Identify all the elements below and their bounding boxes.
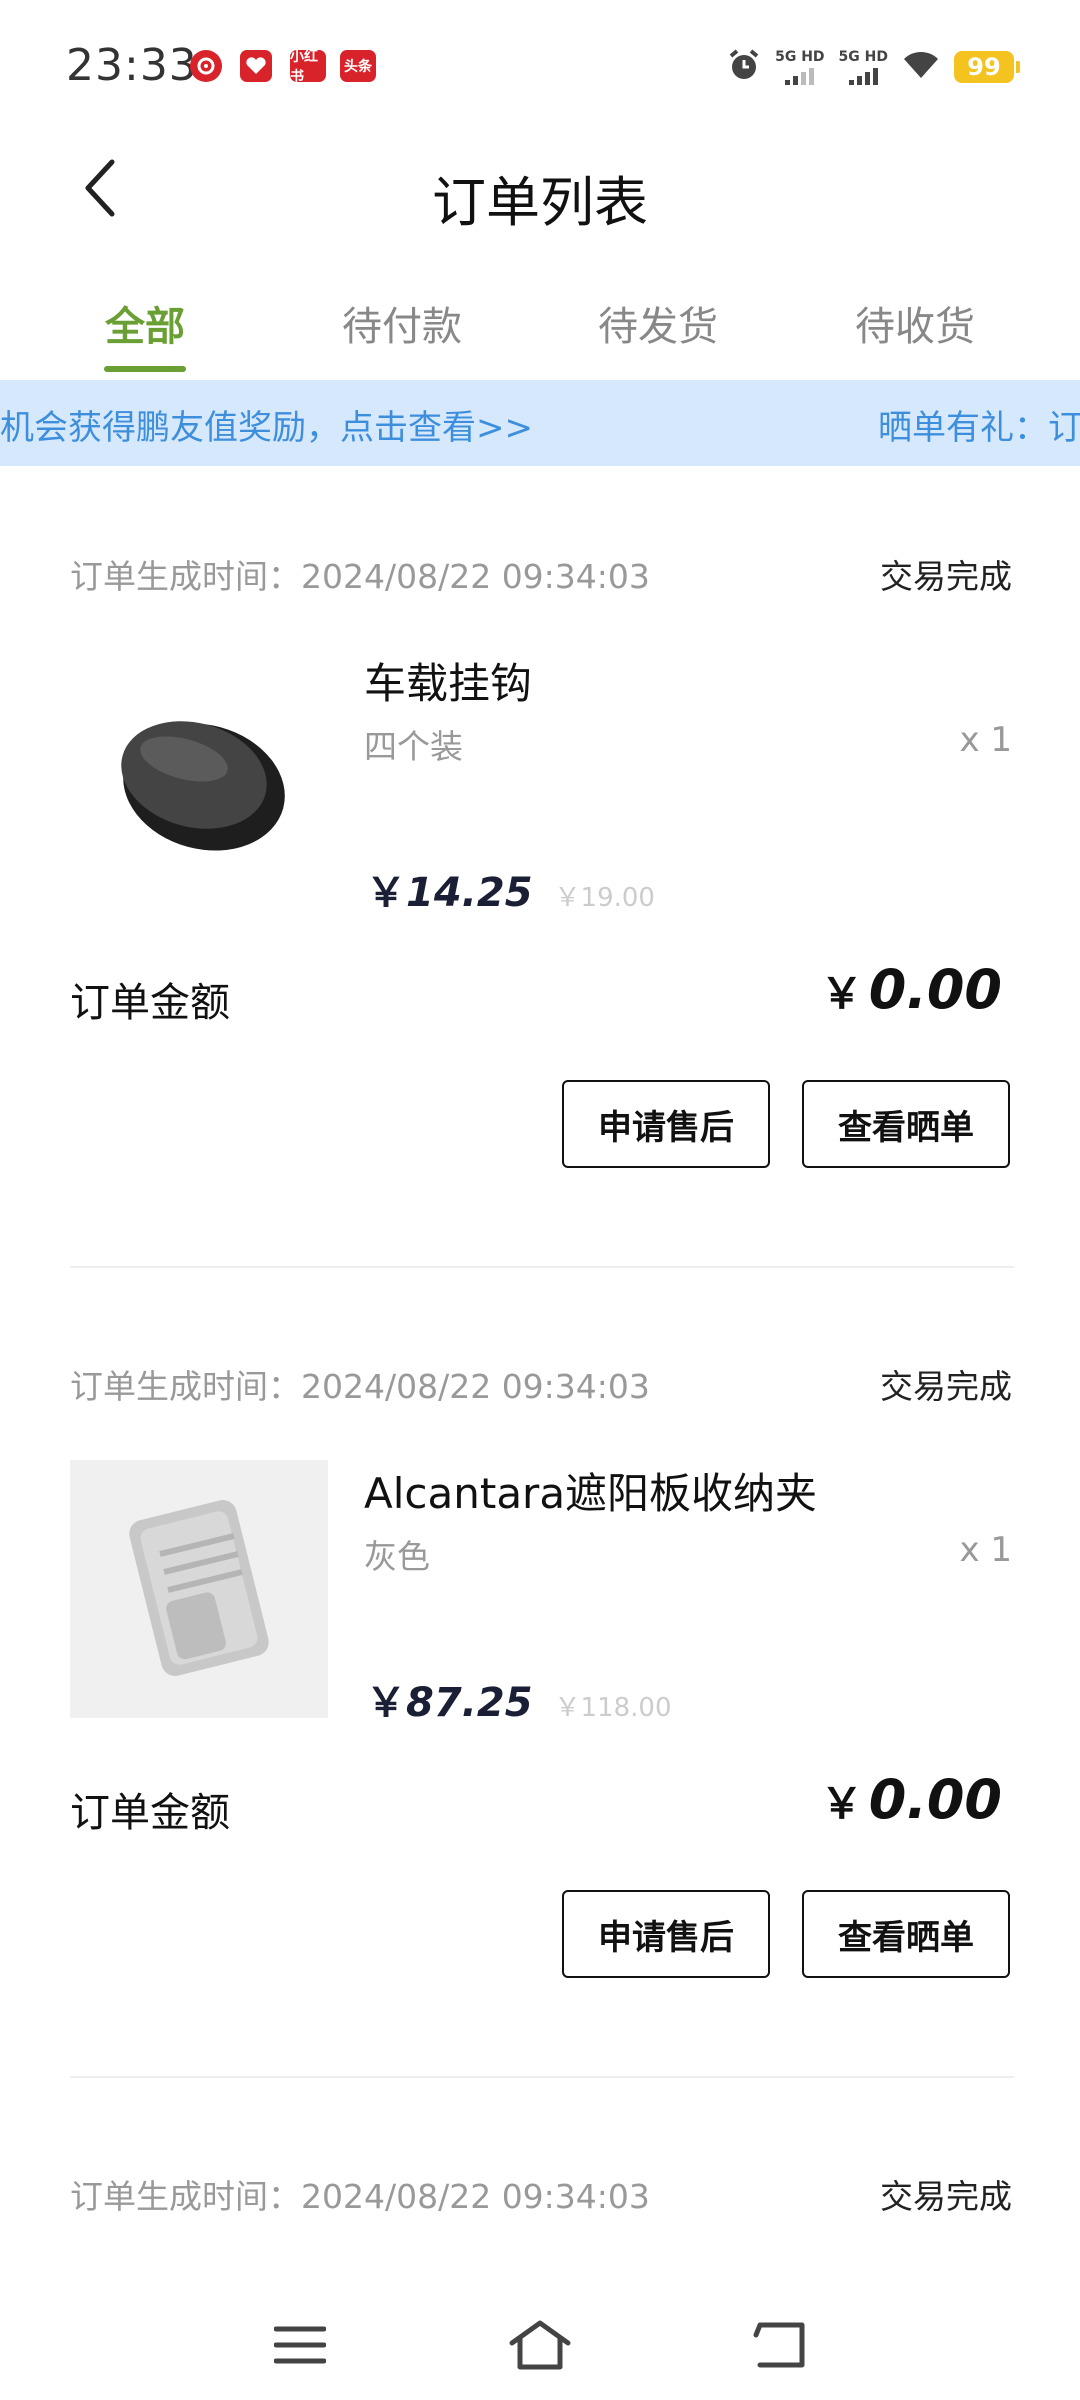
page-title: 订单列表	[432, 171, 648, 234]
signal-1: 5G HD	[775, 48, 825, 85]
price-row: ￥14.25 ￥19.00	[366, 860, 655, 918]
banner-text-1: 机会获得鹏友值奖励，点击查看>>	[0, 408, 533, 448]
view-review-button[interactable]: 查看晒单	[802, 1080, 1010, 1168]
order-time: 订单生成时间：2024/08/22 09:34:03	[70, 2177, 650, 2216]
price-row: ￥87.25 ￥118.00	[366, 1670, 672, 1728]
tab-all[interactable]: 全部	[55, 294, 235, 352]
home-icon[interactable]	[500, 2310, 580, 2380]
original-price: ￥19.00	[554, 883, 655, 913]
product-image[interactable]	[70, 1460, 328, 1718]
order-card[interactable]: 订单生成时间：2024/08/22 09:34:03 交易完成	[0, 2120, 1080, 2240]
order-status: 交易完成	[880, 2177, 1012, 2216]
order-status: 交易完成	[880, 557, 1012, 596]
status-right-group: 5G HD 5G HD 99	[727, 44, 1020, 90]
promo-banner[interactable]: 机会获得鹏友值奖励，点击查看>> 晒单有礼：订	[0, 380, 1080, 466]
system-nav-bar	[0, 2290, 1080, 2400]
menu-icon[interactable]	[260, 2310, 340, 2380]
product-spec: 灰色	[364, 1537, 430, 1576]
order-time: 订单生成时间：2024/08/22 09:34:03	[70, 557, 650, 596]
tab-pending-payment[interactable]: 待付款	[312, 294, 492, 352]
battery-indicator: 99	[954, 51, 1020, 83]
order-time: 订单生成时间：2024/08/22 09:34:03	[70, 1367, 650, 1406]
signal-1-label: 5G HD	[775, 48, 825, 65]
back-nav-icon[interactable]	[740, 2310, 820, 2380]
status-time: 23:33	[66, 40, 198, 91]
price-value: 14.25	[406, 870, 533, 916]
amount-value: 0.00	[868, 1768, 1002, 1831]
tab-active-indicator	[104, 366, 186, 372]
signal-bars-icon	[848, 67, 878, 85]
product-spec: 四个装	[364, 727, 463, 766]
amount-currency: ￥	[820, 969, 863, 1018]
divider	[70, 1266, 1014, 1268]
status-bar: 23:33 小红书 头条 5G HD 5G HD 99	[0, 0, 1080, 130]
alarm-icon	[727, 48, 761, 86]
amount-currency: ￥	[820, 1779, 863, 1828]
banner-text-2: 晒单有礼：订	[878, 408, 1080, 448]
price-value: 87.25	[406, 1680, 533, 1726]
order-status: 交易完成	[880, 1367, 1012, 1406]
amount-label: 订单金额	[70, 1790, 230, 1836]
signal-2-label: 5G HD	[838, 48, 888, 65]
after-sale-button[interactable]: 申请售后	[562, 1890, 770, 1978]
amount-value: 0.00	[868, 958, 1002, 1021]
after-sale-button[interactable]: 申请售后	[562, 1080, 770, 1168]
signal-2: 5G HD	[839, 50, 888, 85]
xiaohongshu-icon: 小红书	[290, 50, 326, 82]
signal-bars-icon	[785, 67, 815, 85]
order-amount: ￥ 0.00	[821, 1768, 1002, 1831]
product-qty: x 1	[959, 1530, 1012, 1570]
price-currency: ￥14.25	[366, 870, 533, 916]
view-review-button[interactable]: 查看晒单	[802, 1890, 1010, 1978]
tab-pending-shipment[interactable]: 待发货	[568, 294, 748, 352]
amount-label: 订单金额	[70, 980, 230, 1026]
product-image[interactable]	[70, 650, 328, 908]
product-name: Alcantara遮阳板收纳夹	[364, 1469, 818, 1518]
order-card[interactable]: 订单生成时间：2024/08/22 09:34:03 交易完成 Alcantar…	[0, 1310, 1080, 2120]
heart-app-icon	[240, 50, 272, 82]
order-card[interactable]: 订单生成时间：2024/08/22 09:34:03 交易完成 车载挂钩 四个装…	[0, 500, 1080, 1310]
header: 订单列表	[0, 130, 1080, 250]
product-name: 车载挂钩	[364, 659, 533, 708]
toutiao-icon: 头条	[340, 50, 376, 82]
netease-music-icon	[190, 50, 222, 82]
product-qty: x 1	[959, 720, 1012, 760]
order-amount: ￥ 0.00	[821, 958, 1002, 1021]
order-tabs: 全部 待付款 待发货 待收货	[0, 270, 1080, 380]
divider	[70, 2076, 1014, 2078]
tab-pending-receipt[interactable]: 待收货	[825, 294, 1005, 352]
wifi-icon	[902, 50, 940, 84]
original-price: ￥118.00	[554, 1693, 672, 1723]
price-currency: ￥87.25	[366, 1680, 533, 1726]
